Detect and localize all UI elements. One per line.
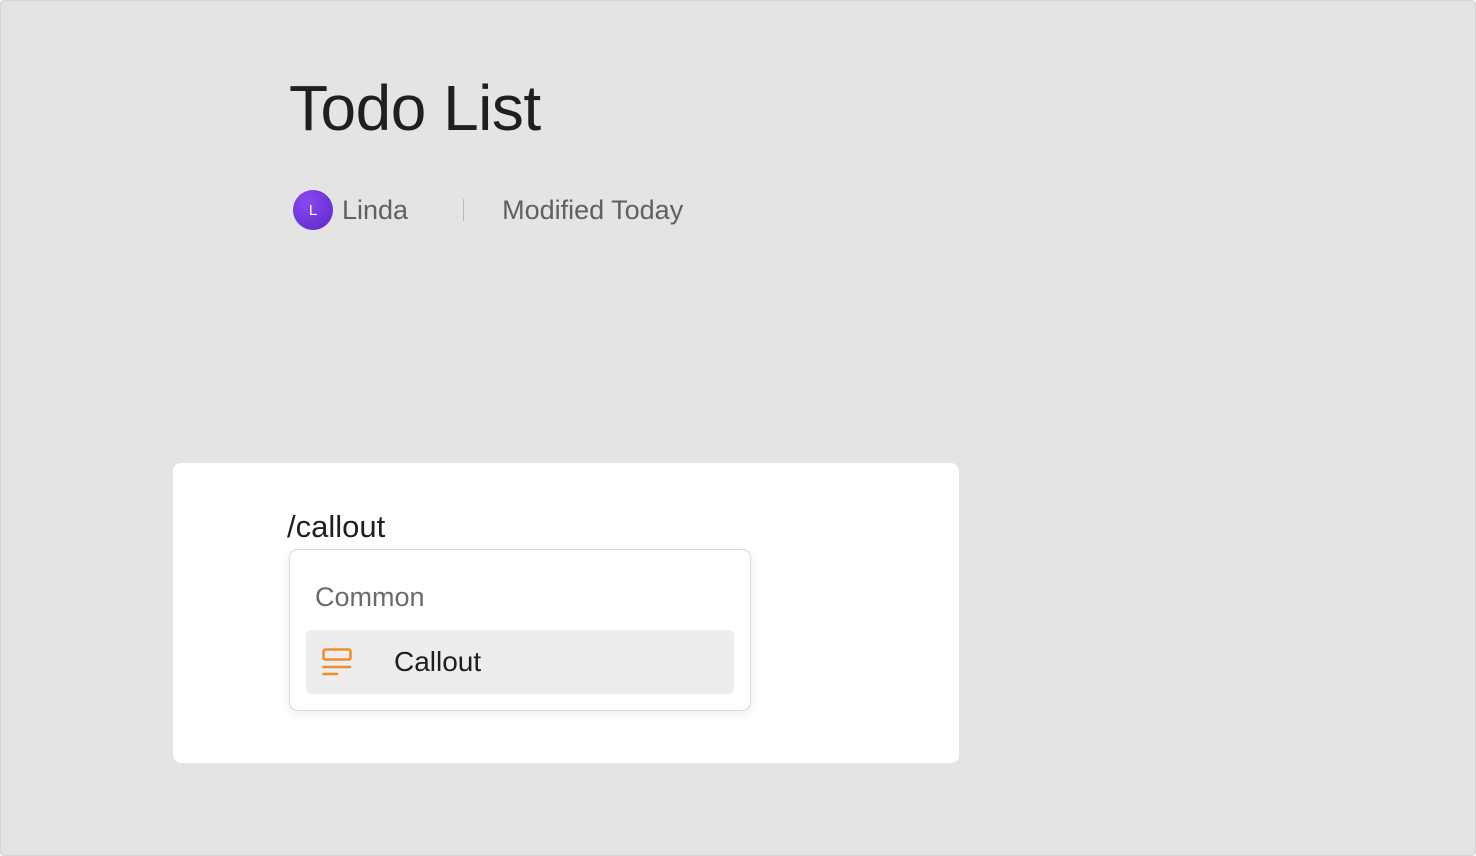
author-name[interactable]: Linda — [342, 195, 408, 226]
avatar[interactable]: L — [293, 190, 333, 230]
slash-command-input[interactable]: /callout — [287, 507, 385, 547]
app-window: Todo List L Linda Modified Today /callou… — [0, 0, 1476, 856]
meta-divider — [463, 199, 465, 221]
slash-command-menu: Common Callout — [289, 549, 751, 711]
page-title: Todo List — [289, 72, 541, 144]
document-meta: L Linda Modified Today — [293, 189, 683, 231]
callout-icon — [321, 646, 353, 678]
menu-section-label: Common — [315, 582, 425, 612]
menu-item-label: Callout — [394, 646, 482, 677]
modified-date: Modified Today — [502, 194, 684, 225]
avatar-initial: L — [308, 201, 318, 219]
menu-item-callout[interactable]: Callout — [306, 630, 734, 694]
editor-area[interactable]: /callout Common Callout — [173, 463, 959, 763]
